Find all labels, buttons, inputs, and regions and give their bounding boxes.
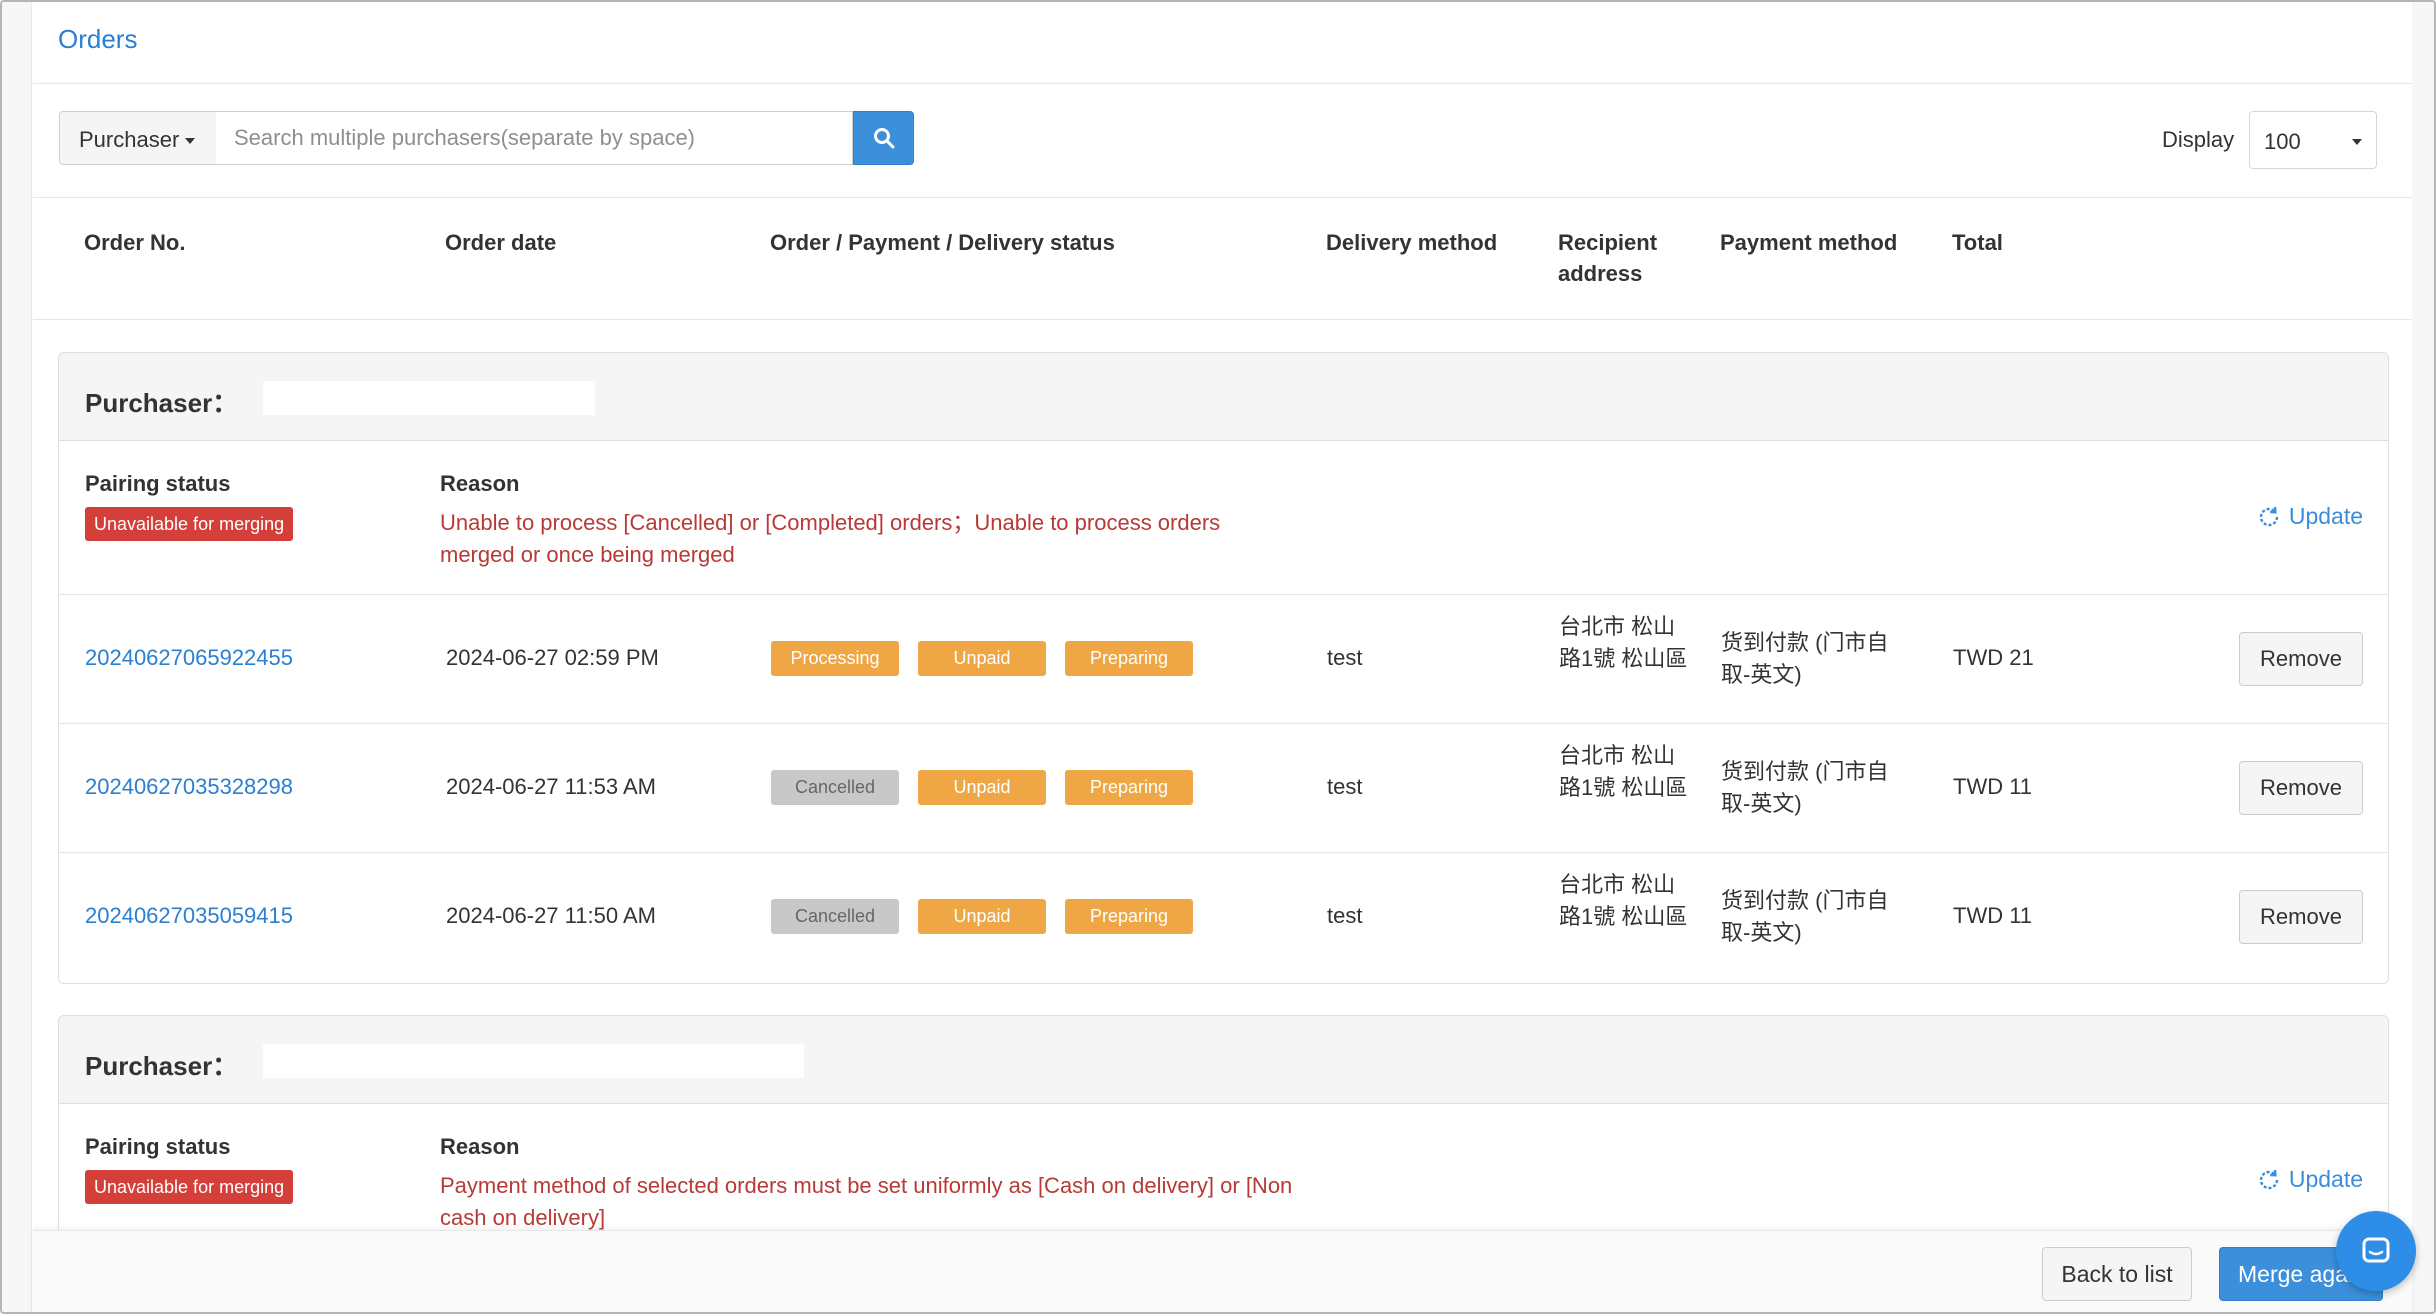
reason-label: Reason (440, 471, 520, 496)
delivery-status-badge: Preparing (1065, 641, 1193, 676)
order-row: 20240627035328298 2024-06-27 11:53 AM Ca… (59, 724, 2388, 853)
caret-down-icon (2352, 139, 2362, 145)
column-order-no: Order No. (84, 230, 186, 255)
search-button[interactable] (853, 111, 914, 165)
purchaser-name-redacted (263, 381, 595, 415)
page-header: Orders (33, 2, 2412, 84)
delivery-method: test (1327, 903, 1363, 928)
column-recipient-address: Recipient address (1558, 230, 1658, 286)
payment-method: 货到付款 (门市自取-英文) (1721, 759, 1889, 816)
caret-down-icon (185, 138, 196, 145)
recipient-address: 台北市 松山路1號 松山區 (1559, 872, 1688, 929)
order-status-badge: Processing (771, 641, 899, 676)
delivery-status-badge: Preparing (1065, 899, 1193, 934)
order-number-link[interactable]: 20240627035059415 (85, 903, 293, 929)
delivery-status-badge: Preparing (1065, 770, 1193, 805)
refresh-icon (2259, 506, 2279, 526)
pairing-status-row: Pairing status Unavailable for merging R… (59, 441, 2388, 595)
back-to-list-button[interactable]: Back to list (2042, 1247, 2192, 1301)
order-number-link[interactable]: 20240627035328298 (85, 774, 293, 800)
pairing-status-label: Pairing status (85, 471, 231, 496)
order-date: 2024-06-27 02:59 PM (446, 645, 659, 670)
pairing-status-label: Pairing status (85, 1134, 231, 1159)
search-input[interactable] (216, 111, 853, 165)
purchaser-group-header: Purchaser： (59, 353, 2388, 441)
order-number-link[interactable]: 20240627065922455 (85, 645, 293, 671)
table-header: Order No. Order date Order / Payment / D… (33, 198, 2412, 320)
delivery-method: test (1327, 645, 1363, 670)
page-title[interactable]: Orders (58, 24, 137, 55)
pairing-status-badge: Unavailable for merging (85, 507, 294, 541)
main-content: Orders Purchaser Display 100 Order No. O… (33, 2, 2412, 1312)
order-row: 20240627065922455 2024-06-27 02:59 PM Pr… (59, 595, 2388, 724)
payment-status-badge: Unpaid (918, 641, 1046, 676)
update-label: Update (2288, 1166, 2363, 1192)
column-total: Total (1952, 230, 2003, 255)
update-link[interactable]: Update (2257, 503, 2363, 530)
action-footer: Back to list Merge again (33, 1230, 2412, 1312)
order-total: TWD 11 (1953, 903, 2033, 928)
display-count-select[interactable]: 100 (2249, 111, 2377, 169)
update-label: Update (2288, 503, 2363, 529)
column-payment-method: Payment method (1720, 230, 1898, 255)
order-total: TWD 21 (1953, 645, 2034, 670)
search-toolbar: Purchaser Display 100 (33, 84, 2412, 198)
app-window: Orders Purchaser Display 100 Order No. O… (0, 0, 2436, 1314)
order-total: TWD 11 (1953, 774, 2033, 799)
pairing-status-badge: Unavailable for merging (85, 1170, 294, 1204)
order-status-badge: Cancelled (771, 899, 899, 934)
payment-status-badge: Unpaid (918, 770, 1046, 805)
reason-text: Unable to process [Cancelled] or [Comple… (440, 510, 1221, 567)
payment-status-badge: Unpaid (918, 899, 1046, 934)
recipient-address: 台北市 松山路1號 松山區 (1559, 743, 1688, 800)
column-status: Order / Payment / Delivery status (770, 230, 1115, 255)
purchaser-group-header: Purchaser： (59, 1016, 2388, 1104)
chat-widget-button[interactable] (2336, 1211, 2416, 1291)
remove-button[interactable]: Remove (2239, 761, 2363, 815)
payment-method: 货到付款 (门市自取-英文) (1721, 888, 1889, 945)
purchaser-filter-dropdown[interactable]: Purchaser (59, 111, 217, 165)
recipient-address: 台北市 松山路1號 松山區 (1559, 614, 1688, 671)
order-row: 20240627035059415 2024-06-27 11:50 AM Ca… (59, 853, 2388, 982)
delivery-method: test (1327, 774, 1363, 799)
reason-label: Reason (440, 1134, 520, 1159)
purchaser-label: Purchaser： (85, 388, 239, 418)
order-status-badge: Cancelled (771, 770, 899, 805)
remove-button[interactable]: Remove (2239, 890, 2363, 944)
reason-text: Payment method of selected orders must b… (440, 1173, 1293, 1230)
column-delivery-method: Delivery method (1326, 230, 1498, 255)
chat-icon (2362, 1237, 2390, 1263)
purchaser-name-redacted (263, 1044, 804, 1078)
display-label: Display (2162, 127, 2235, 152)
purchaser-group: Purchaser： Pairing status Unavailable fo… (58, 352, 2389, 984)
display-count-value: 100 (2264, 129, 2301, 154)
filter-label: Purchaser (79, 127, 180, 152)
order-date: 2024-06-27 11:50 AM (446, 903, 656, 928)
remove-button[interactable]: Remove (2239, 632, 2363, 686)
left-gutter (2, 2, 32, 1312)
search-icon (873, 128, 894, 149)
refresh-icon (2259, 1169, 2279, 1189)
update-link[interactable]: Update (2257, 1166, 2363, 1193)
purchaser-label: Purchaser： (85, 1051, 239, 1081)
column-order-date: Order date (445, 230, 557, 255)
payment-method: 货到付款 (门市自取-英文) (1721, 630, 1889, 687)
order-date: 2024-06-27 11:53 AM (446, 774, 656, 799)
